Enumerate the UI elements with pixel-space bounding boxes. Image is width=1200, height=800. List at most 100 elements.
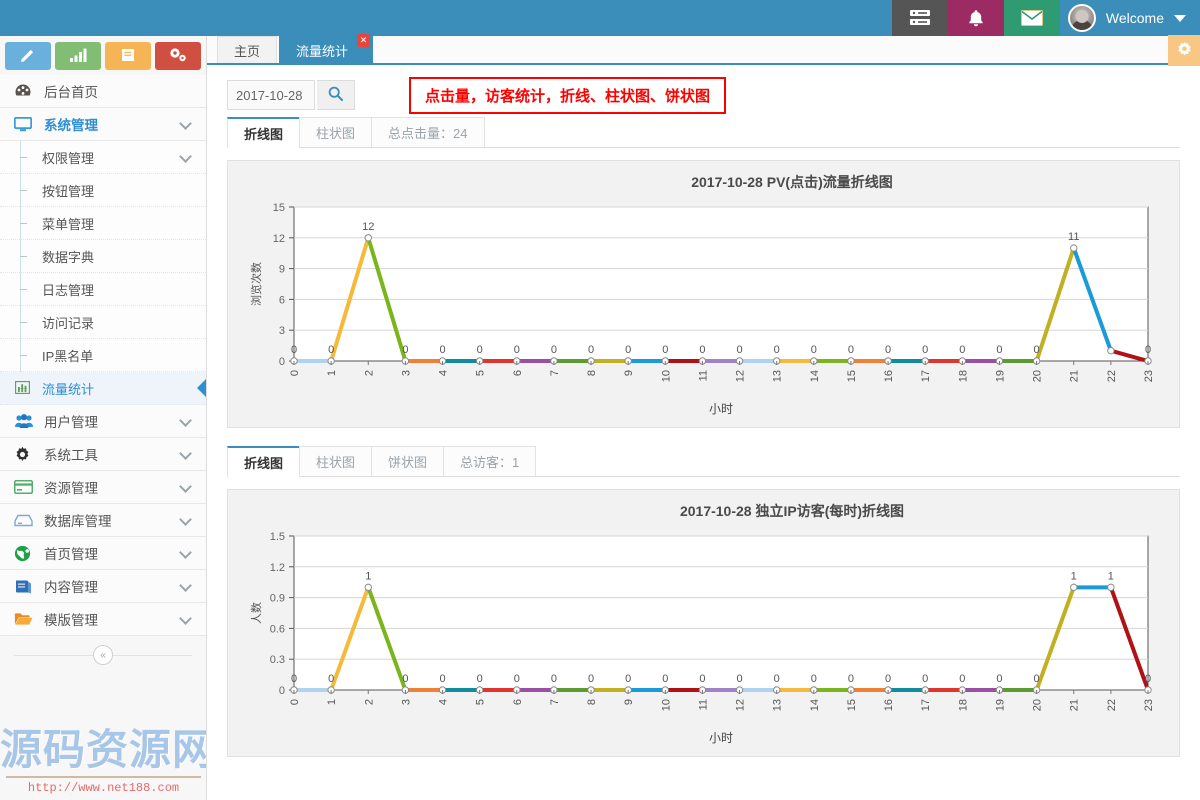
search-button[interactable] (317, 80, 355, 110)
chevron-down-icon (179, 480, 192, 493)
svg-text:1: 1 (326, 699, 338, 705)
svg-text:0: 0 (662, 344, 668, 356)
pv-chart-container: 2017-10-28 PV(点击)流量折线图 0 3 6 9 12 15 浏览次数 0 0 0 1 12… (227, 160, 1180, 428)
quick-book-button[interactable] (105, 42, 151, 70)
svg-text:6: 6 (512, 699, 524, 705)
svg-text:0: 0 (922, 673, 928, 685)
sidebar-item-content-management[interactable]: 内容管理 (0, 570, 206, 603)
envelope-icon (1020, 10, 1043, 26)
pv-tab-bar[interactable]: 柱状图 (299, 117, 373, 147)
sidebar-subitem-menu[interactable]: 菜单管理 (0, 207, 206, 240)
svg-text:人数: 人数 (250, 602, 263, 624)
chart-icon (15, 381, 30, 397)
svg-text:23: 23 (1143, 699, 1155, 711)
pv-panel: 折线图 柱状图 总点击量：24 2017-10-28 PV(点击)流量折线图 0 3… (227, 117, 1180, 428)
sidebar-item-dashboard[interactable]: 后台首页 (0, 75, 206, 108)
svg-text:0: 0 (996, 673, 1002, 685)
notifications-button[interactable] (947, 0, 1004, 36)
tab-home[interactable]: 主页 (217, 36, 278, 63)
tab-traffic-stats[interactable]: 流量统计 ✕ (279, 34, 374, 63)
sidebar-subitem-permission[interactable]: 权限管理 (0, 141, 206, 174)
svg-text:0: 0 (996, 344, 1002, 356)
quick-pencil-button[interactable] (5, 42, 51, 70)
sidebar-item-label: 系统管理 (44, 118, 98, 133)
tab-label: 总访客：1 (460, 455, 520, 470)
messages-button[interactable] (1003, 0, 1060, 36)
uv-panel: 折线图 柱状图 饼状图 总访客：1 2017-10-28 独立IP访客(每时)折… (227, 446, 1180, 757)
sidebar-subitem-dictionary[interactable]: 数据字典 (0, 240, 206, 273)
svg-text:18: 18 (957, 699, 969, 711)
sidebar-submenu-system: 权限管理 按钮管理 菜单管理 数据字典 日志管理 访问记录 IP黑名单 流量统计 (0, 141, 206, 405)
svg-text:0: 0 (439, 673, 445, 685)
sidebar-subitem-log[interactable]: 日志管理 (0, 273, 206, 306)
pv-tab-line[interactable]: 折线图 (227, 117, 301, 148)
svg-text:0: 0 (402, 344, 408, 356)
svg-text:16: 16 (883, 699, 895, 711)
svg-text:0: 0 (959, 344, 965, 356)
uv-tab-pie[interactable]: 饼状图 (371, 446, 445, 476)
svg-text:0: 0 (885, 344, 891, 356)
sidebar-subitem-label: 菜单管理 (42, 216, 95, 232)
uv-tab-bar[interactable]: 柱状图 (299, 446, 373, 476)
tab-label: 总点击量：24 (388, 126, 468, 141)
svg-text:0: 0 (291, 344, 297, 356)
uv-line-chart: 2017-10-28 独立IP访客(每时)折线图 0 0.3 0.6 0.9 1.2 1.5… (236, 498, 1168, 748)
chevron-down-icon (179, 150, 192, 163)
uv-tab-total-visitors[interactable]: 总访客：1 (443, 446, 537, 476)
sidebar-item-user-management[interactable]: 用户管理 (0, 405, 206, 438)
sidebar-item-homepage-management[interactable]: 首页管理 (0, 537, 206, 570)
uv-tab-line[interactable]: 折线图 (227, 446, 301, 477)
sidebar-subitem-traffic-stats[interactable]: 流量统计 (0, 372, 206, 405)
close-icon[interactable]: ✕ (357, 34, 371, 47)
svg-text:0: 0 (291, 673, 297, 685)
svg-text:11: 11 (697, 370, 709, 381)
sidebar-item-system-management[interactable]: 系统管理 (0, 108, 206, 141)
user-menu[interactable]: Welcome (1059, 0, 1200, 36)
folder-icon (14, 612, 36, 626)
quick-gears-button[interactable] (155, 42, 201, 70)
pv-tab-total-clicks[interactable]: 总点击量：24 (371, 117, 485, 147)
sidebar-subitem-access-record[interactable]: 访问记录 (0, 306, 206, 339)
sidebar-item-template-management[interactable]: 模版管理 (0, 603, 206, 636)
sidebar-item-label: 后台首页 (44, 85, 98, 100)
sidebar-subitem-button[interactable]: 按钮管理 (0, 174, 206, 207)
svg-text:0: 0 (514, 344, 520, 356)
tab-label: 柱状图 (316, 455, 356, 470)
search-icon (328, 86, 343, 104)
svg-text:0: 0 (402, 673, 408, 685)
svg-text:0.3: 0.3 (270, 654, 285, 666)
svg-text:14: 14 (809, 699, 821, 711)
sidebar-item-database-management[interactable]: 数据库管理 (0, 504, 206, 537)
card-icon (14, 480, 36, 494)
sidebar-collapse-button[interactable]: « (93, 645, 113, 665)
chevron-down-icon (179, 612, 192, 625)
svg-text:0: 0 (848, 344, 854, 356)
svg-text:1: 1 (1108, 570, 1114, 582)
svg-text:0: 0 (289, 370, 301, 376)
server-icon (909, 10, 930, 26)
quick-chart-button[interactable] (55, 42, 101, 70)
svg-text:1.2: 1.2 (270, 562, 285, 574)
date-input[interactable] (227, 80, 315, 110)
svg-text:14: 14 (809, 370, 821, 382)
chevron-down-icon (1174, 14, 1186, 22)
sidebar-item-system-tools[interactable]: 系统工具 (0, 438, 206, 471)
sidebar-subitem-ip-blacklist[interactable]: IP黑名单 (0, 339, 206, 372)
gear-icon (14, 446, 36, 463)
svg-text:3: 3 (400, 370, 412, 376)
svg-text:浏览次数: 浏览次数 (249, 262, 263, 306)
svg-text:11: 11 (1068, 231, 1079, 243)
svg-text:4: 4 (438, 699, 450, 705)
sidebar-item-resource-management[interactable]: 资源管理 (0, 471, 206, 504)
svg-text:9: 9 (279, 264, 285, 276)
server-icon-button[interactable] (891, 0, 948, 36)
chevron-down-icon (179, 513, 192, 526)
svg-text:0: 0 (551, 673, 557, 685)
svg-text:2017-10-28 独立IP访客(每时)折线图: 2017-10-28 独立IP访客(每时)折线图 (680, 503, 904, 519)
svg-text:0: 0 (699, 344, 705, 356)
svg-text:0: 0 (279, 685, 285, 697)
svg-text:0: 0 (588, 673, 594, 685)
svg-text:12: 12 (735, 699, 747, 711)
settings-gear-button[interactable] (1168, 35, 1200, 66)
svg-text:9: 9 (623, 370, 635, 376)
